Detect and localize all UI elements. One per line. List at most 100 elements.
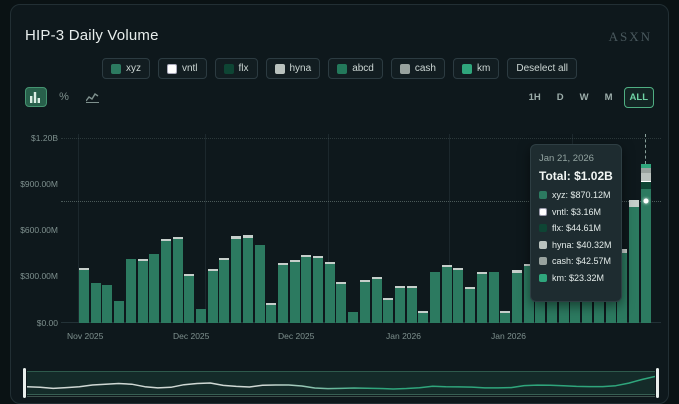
range-button-d[interactable]: D [552,88,569,107]
volume-bar[interactable] [500,311,510,323]
bar-main-segment [336,284,346,323]
y-axis-tick: $900.00M [12,179,58,189]
volume-bar[interactable] [325,262,335,323]
bar-main-segment [208,271,218,323]
volume-bar[interactable] [290,260,300,323]
volume-bar[interactable] [219,258,229,323]
volume-bar[interactable] [114,301,124,323]
legend-chip-vntl[interactable]: vntl [158,58,207,79]
volume-bar[interactable] [465,287,475,323]
minimap-sparkline [27,371,655,395]
hover-point-marker [643,199,648,204]
volume-bar[interactable] [138,259,148,323]
volume-bar[interactable] [512,270,522,323]
bar-main-segment [126,259,136,323]
bar-main-segment [489,272,499,323]
volume-bar[interactable] [430,272,440,323]
volume-bar[interactable] [196,309,206,323]
bar-main-segment [383,300,393,323]
tooltip-swatch [539,191,547,199]
volume-bar[interactable] [641,164,651,323]
volume-bar[interactable] [149,254,159,323]
legend-chip-km[interactable]: km [453,58,499,79]
line-chart-icon [86,92,99,103]
bar-main-segment [149,254,159,323]
y-axis-tick: $600.00M [12,225,58,235]
volume-bar[interactable] [489,272,499,323]
volume-bar[interactable] [442,265,452,323]
volume-bar[interactable] [477,272,487,323]
volume-bar[interactable] [372,277,382,323]
bar-main-segment [231,239,241,323]
minimap-right-handle[interactable] [656,368,659,398]
bar-main-segment [255,245,265,323]
bar-chart-type-button[interactable] [25,87,47,107]
range-button-all[interactable]: ALL [624,87,654,108]
bar-main-segment [512,273,522,323]
minimap-scrubber[interactable] [23,365,659,401]
volume-bar[interactable] [102,285,112,323]
bar-main-segment [629,207,639,323]
time-range-buttons: 1H DWM ALL [524,87,654,108]
volume-bar[interactable] [173,237,183,323]
tooltip-swatch [539,274,547,282]
volume-bar[interactable] [348,312,358,323]
tooltip-row-km: km: $23.32M [539,273,613,283]
volume-bar[interactable] [255,245,265,323]
volume-bar[interactable] [313,256,323,323]
volume-bar[interactable] [184,274,194,323]
legend-chip-flx[interactable]: flx [215,58,258,79]
tooltip-row-label: xyz: $870.12M [552,190,611,200]
volume-bar[interactable] [266,303,276,323]
bar-main-segment [313,258,323,323]
bar-main-segment [407,288,417,323]
tooltip-row-cash: cash: $42.57M [539,256,613,266]
minimap-baseline [27,396,655,397]
volume-bar[interactable] [336,282,346,323]
volume-bar[interactable] [126,259,136,323]
volume-bar[interactable] [161,239,171,323]
bar-main-segment [184,276,194,323]
percent-chart-type-button[interactable]: % [53,87,75,107]
range-button-w[interactable]: W [575,88,594,107]
legend-chip-xyz[interactable]: xyz [102,58,150,79]
percent-icon: % [59,91,69,103]
volume-bar[interactable] [301,255,311,323]
legend-swatch [462,64,472,74]
controls-row: % 1H DWM ALL [11,87,668,109]
range-button-1h[interactable]: 1H [524,88,546,107]
volume-bar[interactable] [243,235,253,323]
line-chart-type-button[interactable] [81,87,103,107]
tooltip-row-label: km: $23.32M [552,273,604,283]
range-button-m[interactable]: M [600,88,618,107]
legend-chip-hyna[interactable]: hyna [266,58,321,79]
bar-segment-xyz [641,189,651,323]
minimap-left-handle[interactable] [23,368,26,398]
bar-main-segment [453,270,463,323]
hover-crosshair-line [645,134,646,164]
volume-bar[interactable] [208,269,218,323]
legend-chip-label: xyz [126,63,141,74]
volume-bar[interactable] [629,200,639,323]
volume-bar[interactable] [79,268,89,324]
volume-bar[interactable] [395,286,405,323]
volume-bar[interactable] [383,298,393,323]
legend-chip-label: km [477,63,490,74]
bar-main-segment [430,272,440,323]
deselect-all-button[interactable]: Deselect all [507,58,577,79]
volume-bar[interactable] [278,263,288,323]
y-axis-tick: $1.20B [12,133,58,143]
volume-bar[interactable] [407,286,417,323]
legend-chip-cash[interactable]: cash [391,58,445,79]
legend-chip-label: hyna [290,63,312,74]
top-gridline [61,138,661,139]
volume-bar[interactable] [418,311,428,323]
volume-bar[interactable] [360,280,370,323]
volume-bar[interactable] [453,268,463,323]
legend-chip-abcd[interactable]: abcd [328,58,383,79]
tooltip-swatch [539,257,547,265]
bar-main-segment [360,282,370,323]
bar-main-segment [442,267,452,323]
volume-bar[interactable] [231,236,241,323]
volume-bar[interactable] [91,283,101,323]
